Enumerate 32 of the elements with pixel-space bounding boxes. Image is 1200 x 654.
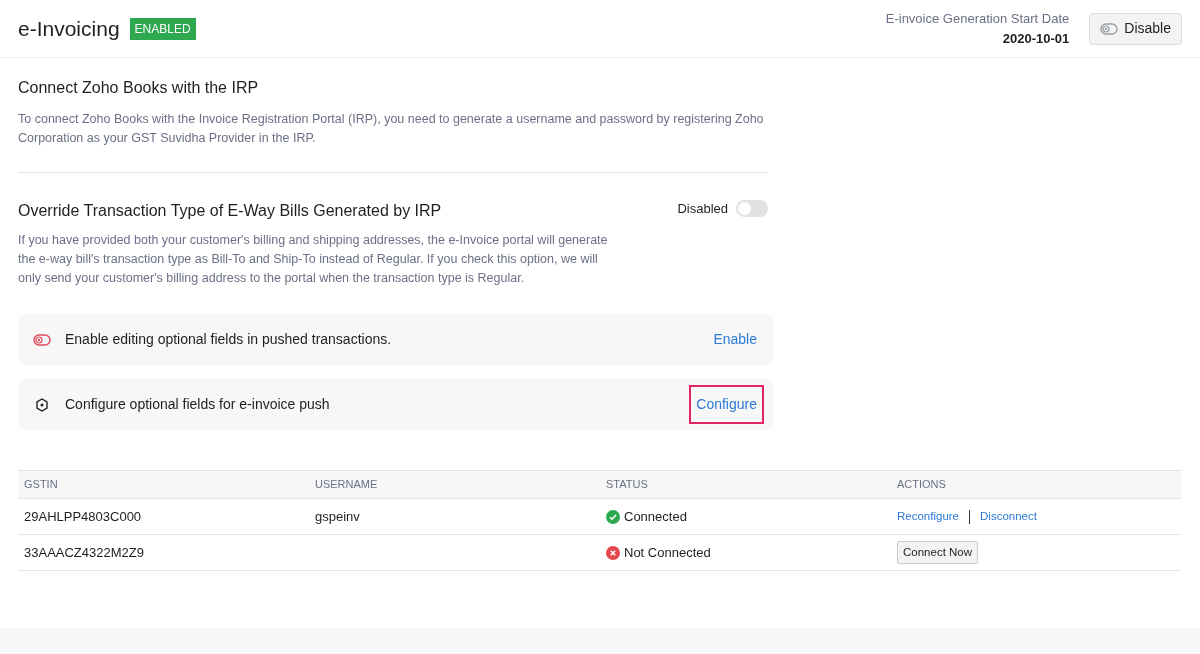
option-link[interactable]: Enable: [706, 320, 764, 359]
column-header: GSTIN: [23, 477, 59, 493]
option-link[interactable]: Configure: [689, 385, 764, 424]
section-title: Connect Zoho Books with the IRP: [18, 78, 260, 98]
start-date-label: E-invoice Generation Start Date: [885, 10, 1070, 28]
column-header: STATUS: [605, 477, 649, 493]
toggle-label: Disabled: [677, 200, 728, 218]
section-description: If you have provided both your customer's billing and shipping addresses, the e-Invoice portal will generate the e-way bill's transaction type as Bill-To and Ship-To instead of Regular. If you check this option, we will only send your customer's billing address to the portal when the transaction type is Regular.: [18, 232, 609, 287]
status-cell: Not Connected: [600, 542, 891, 563]
table-cell: gspeinv: [315, 508, 360, 524]
start-date-value: 2020-10-01: [1002, 29, 1070, 48]
column-header: ACTIONS: [896, 477, 947, 493]
action-link[interactable]: Disconnect: [980, 507, 1037, 526]
status-cell: Connected: [600, 506, 891, 527]
toggle-switch[interactable]: [736, 200, 768, 218]
option-text: Enable editing optional fields in pushed transactions.: [65, 330, 392, 349]
table-cell-text: 29AHLPP4803C000: [23, 507, 143, 526]
toggle-off-icon: [1100, 22, 1119, 35]
section-description: To connect Zoho Books with the Invoice Registration Portal (IRP), you need to generate a username and password by registering Zoho Corporation as your GST Suvidha Provider in the IRP.: [18, 111, 765, 147]
option-text: Configure optional fields for e-invoice push: [65, 395, 330, 414]
table-cell-text: 33AAACZ4322M2Z9: [23, 543, 145, 562]
section-title: Override Transaction Type of E-Way Bills Generated by IRP: [18, 201, 442, 221]
disable-button[interactable]: Disable: [1089, 12, 1182, 45]
check-circle-icon: [606, 509, 620, 524]
page-title: e-Invoicing: [18, 15, 120, 42]
connect-button[interactable]: Connect Now: [897, 540, 979, 565]
toggle-off-icon: [33, 333, 51, 346]
error-circle-icon: [606, 545, 620, 560]
column-header: USERNAME: [314, 477, 379, 493]
action-link[interactable]: Reconfigure: [897, 507, 959, 526]
status-badge: ENABLED: [129, 17, 196, 40]
settings-icon: [35, 397, 49, 412]
